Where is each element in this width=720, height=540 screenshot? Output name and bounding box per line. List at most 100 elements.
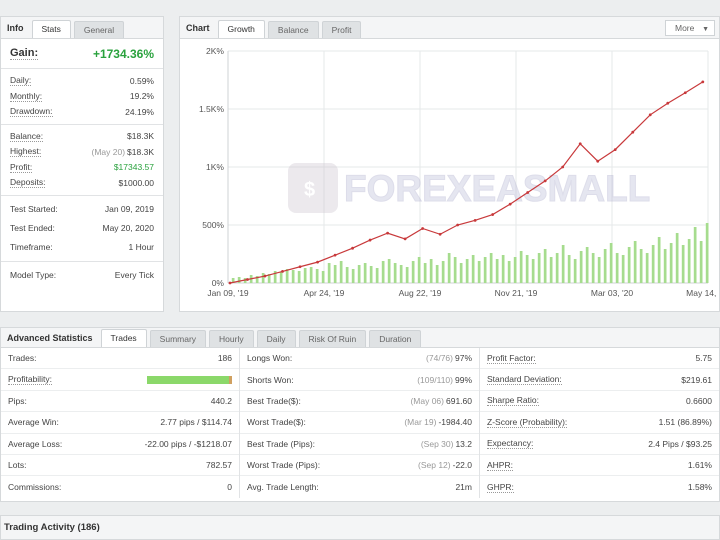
bar	[417, 257, 421, 283]
bar	[327, 263, 331, 283]
bar	[591, 253, 595, 283]
stat-row-standard-deviation: Standard Deviation: $219.61	[480, 369, 719, 391]
stat-label: Avg. Trade Length:	[247, 482, 319, 493]
growth-chart[interactable]: $ FOREXEASMALL 2K% 1.5K% 1K% 500% 0% Jan 09,…	[180, 39, 719, 311]
tab-hourly[interactable]: Hourly	[209, 330, 254, 347]
tab-growth[interactable]: Growth	[217, 20, 265, 38]
stat-row-profit-factor: Profit Factor: 5.75	[480, 348, 719, 370]
info-label[interactable]: Highest:	[10, 146, 42, 158]
tab-risk-of-ruin[interactable]: Risk Of Ruin	[298, 330, 367, 347]
more-dropdown[interactable]: More ▼	[665, 20, 715, 36]
stat-label[interactable]: GHPR:	[487, 482, 514, 493]
bar	[303, 268, 307, 283]
bar	[663, 249, 667, 283]
line-point	[228, 281, 232, 285]
info-value: (May 20) $18.3K	[92, 147, 155, 157]
info-value: 24.19%	[125, 106, 154, 117]
tab-trades[interactable]: Trades	[100, 329, 147, 347]
y-tick-label: 1.5K%	[199, 104, 224, 114]
stat-value: (74/76) 97%	[426, 353, 472, 363]
info-label: Test Started:	[10, 204, 58, 214]
stat-row-commissions: Commissions: 0	[1, 476, 239, 497]
stat-label[interactable]: Profit Factor:	[487, 353, 536, 364]
info-sub: (May 20)	[91, 146, 126, 157]
stat-label[interactable]: Sharpe Ratio:	[487, 395, 539, 407]
stat-label[interactable]: Standard Deviation:	[487, 374, 562, 386]
advanced-header: Advanced Statistics Trades Summary Hourl…	[1, 328, 719, 348]
tab-daily[interactable]: Daily	[256, 330, 296, 347]
stat-label: Trades:	[8, 353, 37, 364]
stat-value: (Sep 12) -22.0	[418, 460, 472, 470]
info-group-test: Test Started: Jan 09, 2019 Test Ended: May…	[1, 196, 163, 262]
bar	[351, 269, 355, 283]
stat-value: 186	[217, 353, 232, 364]
stat-value: 5.75	[695, 353, 712, 364]
trading-activity-panel[interactable]: Trading Activity (186)	[0, 515, 720, 540]
info-label[interactable]: Drawdown:	[10, 106, 53, 118]
info-value: $1000.00	[118, 177, 154, 188]
tab-duration[interactable]: Duration	[369, 330, 422, 347]
stat-label[interactable]: Expectancy:	[487, 438, 534, 450]
bar	[387, 259, 391, 283]
tab-balance[interactable]: Balance	[267, 21, 319, 38]
info-label[interactable]: Daily:	[10, 75, 32, 87]
info-value: Every Tick	[114, 270, 154, 280]
stat-value: 21m	[455, 482, 472, 493]
bar	[405, 267, 409, 283]
stat-value: 1.61%	[687, 460, 712, 471]
bar	[297, 271, 301, 283]
bar	[669, 243, 673, 283]
info-value-text: $18.3K	[127, 146, 154, 157]
bar	[441, 261, 445, 283]
stat-sub: (Mar 19)	[404, 417, 437, 428]
bar	[657, 237, 661, 283]
stat-label: Commissions:	[8, 482, 62, 493]
tab-profit[interactable]: Profit	[321, 21, 362, 38]
bar	[309, 267, 313, 283]
info-label[interactable]: Profit:	[10, 162, 33, 173]
bar	[531, 259, 535, 283]
info-value: $17343.57	[113, 162, 154, 173]
line-point	[298, 265, 302, 269]
stat-value: 2.4 Pips / $93.25	[648, 438, 712, 449]
bar	[645, 253, 649, 283]
bar	[561, 245, 565, 283]
gain-label[interactable]: Gain:	[10, 47, 39, 60]
info-row-balance: Balance: $18.3K	[1, 129, 163, 145]
stat-label[interactable]: Profitability:	[8, 374, 52, 386]
stat-label: Best Trade($):	[247, 395, 301, 406]
bar	[411, 261, 415, 283]
bar	[519, 251, 523, 283]
stat-label[interactable]: Z-Score (Probability):	[487, 417, 568, 428]
stat-label: Lots:	[8, 460, 27, 471]
line-point	[386, 231, 389, 235]
stat-row-trades: Trades: 186	[1, 348, 239, 370]
x-tick-label: Jan 09, '19	[207, 288, 249, 298]
bar	[375, 268, 379, 283]
stat-value: 1.58%	[687, 482, 712, 493]
info-label[interactable]: Balance:	[10, 131, 44, 142]
bar	[495, 259, 499, 283]
tab-summary[interactable]: Summary	[149, 330, 207, 347]
bar	[291, 270, 295, 283]
bar	[363, 263, 367, 283]
bar	[627, 247, 631, 283]
stat-row-shorts-won: Shorts Won: (109/110) 99%	[240, 369, 479, 391]
info-title: Info	[7, 22, 24, 33]
stat-value: (Sep 30) 13.2	[421, 439, 472, 449]
gain-row: Gain: +1734.36%	[1, 39, 163, 69]
info-label[interactable]: Monthly:	[10, 91, 43, 102]
stat-value: (109/110) 99%	[417, 375, 472, 385]
stats-col-3: Profit Factor: 5.75 Standard Deviation: $2…	[480, 348, 719, 498]
info-row-test-ended: Test Ended: May 20, 2020	[1, 219, 163, 238]
stat-label: Shorts Won:	[247, 374, 294, 385]
line-point	[351, 246, 354, 250]
y-axis: 2K% 1.5K% 1K% 500% 0%	[199, 46, 224, 288]
tab-stats[interactable]: Stats	[31, 20, 71, 38]
info-label[interactable]: Deposits:	[10, 177, 46, 189]
tab-general[interactable]: General	[73, 21, 125, 38]
chart-panel: Chart Growth Balance Profit More ▼ $ FOR…	[179, 16, 720, 312]
stat-label[interactable]: AHPR:	[487, 460, 513, 471]
info-row-monthly: Monthly: 19.2%	[1, 89, 163, 105]
line-point	[701, 80, 705, 84]
